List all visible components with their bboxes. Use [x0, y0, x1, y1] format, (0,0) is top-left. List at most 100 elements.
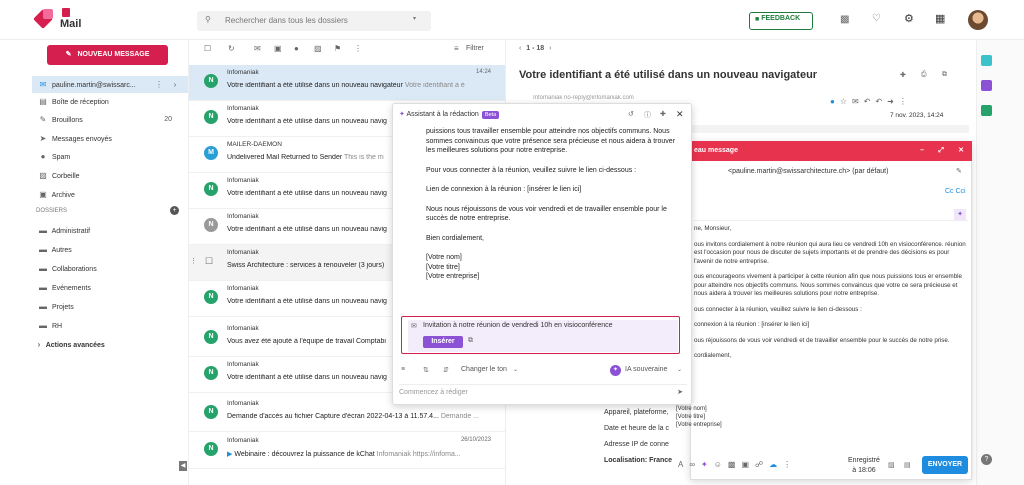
sidebar-folder-autres[interactable]: ▬ Autres	[36, 241, 184, 258]
chevron-left-icon[interactable]: ‹	[519, 45, 521, 52]
sidebar-folder-projets[interactable]: ▬ Projets	[36, 298, 184, 315]
sidebar-folder-administratif[interactable]: ▬ Administratif	[36, 222, 184, 239]
close-icon[interactable]: ✕	[676, 109, 684, 120]
sidebar-folder-rh[interactable]: ▬ RH	[36, 317, 184, 334]
chevron-right-icon[interactable]: ›	[168, 76, 182, 93]
attach-icon[interactable]: ☍	[755, 460, 769, 469]
tag-icon[interactable]: ●	[830, 97, 840, 106]
sidebar-item-drafts[interactable]: ✎ Brouillons 20	[36, 111, 184, 128]
chevron-right-icon[interactable]: ›	[549, 45, 551, 52]
list-item[interactable]: N Infomaniak 14:24 Votre identifiant a é…	[189, 65, 505, 101]
generated-paragraph: Bien cordialement,	[426, 234, 484, 242]
apps-grid-icon[interactable]: ▦	[935, 12, 945, 25]
subject-field[interactable]: ✦	[694, 207, 968, 221]
sidebar-folder-evenements[interactable]: ▬ Evénements	[36, 279, 184, 296]
close-icon[interactable]: ✕	[958, 141, 964, 161]
forward-icon[interactable]: ➜	[887, 97, 899, 106]
compose-header: eau message – ⤢ ✕	[690, 141, 972, 161]
kdrive-icon[interactable]: ☁	[769, 460, 783, 469]
select-all-checkbox[interactable]: ☐	[204, 44, 211, 53]
more-vertical-icon[interactable]: ⋮	[899, 97, 912, 106]
search-bar[interactable]: ⚲ Rechercher dans tous les dossiers ▾	[197, 11, 431, 31]
sidebar-account[interactable]: ✉ pauline.martin@swissarc... ⋮ ›	[32, 76, 188, 93]
advanced-actions-toggle[interactable]: › Actions avancées	[34, 336, 182, 353]
image-icon[interactable]: ▣	[741, 460, 755, 469]
collapse-sidebar-icon[interactable]: ◀	[179, 461, 187, 471]
file-icon[interactable]: ▩	[728, 460, 742, 469]
sender-avatar: N	[204, 405, 218, 419]
chevron-down-icon[interactable]: ⌄	[677, 366, 682, 373]
mail-icon[interactable]: ✉	[852, 97, 864, 106]
change-tone-dropdown[interactable]: Changer le ton	[461, 366, 507, 373]
refresh-icon[interactable]: ↻	[228, 44, 235, 53]
move-icon[interactable]: ⚑	[334, 44, 341, 53]
expand-icon[interactable]: ✚	[900, 71, 906, 79]
gear-icon[interactable]: ⚙	[904, 12, 914, 25]
cc-bcc-toggle[interactable]: Cc Cci	[945, 188, 966, 195]
account-label: pauline.martin@swissarc...	[51, 82, 136, 89]
print-icon[interactable]: ⎙	[921, 71, 927, 79]
move-icon[interactable]: ✚	[660, 110, 666, 118]
folder-icon: ▬	[39, 302, 47, 311]
more-vertical-icon[interactable]: ⋮	[152, 76, 166, 93]
new-message-button[interactable]: ✎ NOUVEAU MESSAGE	[47, 45, 168, 65]
filter-icon[interactable]: ≡	[454, 44, 459, 53]
submit-icon[interactable]: ➤	[677, 388, 683, 396]
tasks-app-icon[interactable]	[981, 105, 992, 116]
more-vertical-icon[interactable]: ⋮	[783, 460, 797, 469]
schedule-icon[interactable]: ▤	[904, 461, 911, 469]
edit-icon[interactable]: ✎	[956, 167, 962, 175]
trash-icon[interactable]: ▨	[314, 44, 322, 53]
filter-label[interactable]: Filtrer	[466, 45, 484, 52]
prompt-placeholder: Commencez à rédiger	[399, 389, 468, 396]
add-folder-icon[interactable]: +	[170, 206, 179, 215]
mark-read-icon[interactable]: ✉	[254, 44, 261, 53]
archive-icon[interactable]: ▣	[274, 44, 282, 53]
compose-body[interactable]: ne, Monsieur, ous invitons cordialement …	[694, 225, 966, 368]
more-vertical-icon[interactable]: ⋮	[354, 44, 362, 53]
contacts-app-icon[interactable]	[981, 80, 992, 91]
row-checkbox[interactable]: ☐	[205, 256, 213, 267]
star-icon[interactable]: ☆	[840, 97, 852, 106]
sidebar-item-sent[interactable]: ➤ Messages envoyés	[36, 130, 184, 147]
calendar-app-icon[interactable]	[981, 55, 992, 66]
sidebar-item-archive[interactable]: ▣ Archive	[36, 186, 184, 203]
help-icon[interactable]: ⓘ	[644, 110, 651, 120]
insert-button[interactable]: Insérer	[423, 336, 463, 348]
lengthen-icon[interactable]: ⇅	[423, 366, 429, 374]
undo-icon[interactable]: ↺	[628, 110, 634, 118]
mail-logo-icon[interactable]	[33, 9, 56, 29]
link-icon[interactable]: ∞	[689, 460, 701, 469]
reply-all-icon[interactable]: ↶	[875, 97, 887, 106]
rewrite-icon[interactable]: ⇵	[443, 366, 449, 374]
text-format-icon[interactable]: A	[678, 460, 689, 469]
document-icon[interactable]: ▩	[840, 14, 849, 25]
help-icon[interactable]: ?	[981, 454, 992, 465]
shorten-icon[interactable]: ≡	[401, 366, 405, 373]
drag-handle-icon[interactable]: ⋮	[190, 257, 197, 265]
ia-model-label[interactable]: IA souveraine	[625, 366, 667, 373]
bell-icon[interactable]: ♡	[872, 13, 881, 24]
spam-icon[interactable]: ●	[294, 44, 299, 53]
expand-icon[interactable]: ⤢	[938, 141, 944, 161]
chevron-down-icon[interactable]: ⌄	[513, 366, 518, 373]
ai-sparkle-icon[interactable]: ✦	[954, 209, 966, 220]
list-item[interactable]: N Infomaniak 26/10/2023 ▶ Webinaire : dé…	[189, 433, 505, 469]
open-external-icon[interactable]: ⧉	[942, 71, 947, 79]
feedback-button[interactable]: ■ FEEDBACK	[749, 12, 813, 30]
minimize-icon[interactable]: –	[920, 141, 924, 161]
sidebar-item-spam[interactable]: ● Spam	[36, 148, 184, 165]
ai-sparkle-icon[interactable]: ✦	[701, 460, 714, 469]
send-button[interactable]: ENVOYER	[922, 456, 968, 474]
emoji-icon[interactable]: ☺	[714, 460, 728, 469]
user-avatar[interactable]	[968, 10, 988, 30]
sidebar-folder-collaborations[interactable]: ▬ Collaborations	[36, 260, 184, 277]
reply-icon[interactable]: ↶	[864, 97, 876, 106]
assistant-prompt-input[interactable]: Commencez à rédiger ➤	[399, 384, 687, 400]
sidebar-item-inbox[interactable]: ▤ Boîte de réception	[36, 93, 184, 110]
chevron-down-icon[interactable]: ▾	[413, 15, 416, 22]
sidebar-item-trash[interactable]: ▨ Corbeille	[36, 167, 184, 184]
copy-icon[interactable]: ⧉	[468, 337, 473, 345]
trash-icon[interactable]: ▨	[888, 461, 895, 469]
compose-from[interactable]: <pauline.martin@swissarchitecture.ch> (p…	[728, 168, 888, 175]
